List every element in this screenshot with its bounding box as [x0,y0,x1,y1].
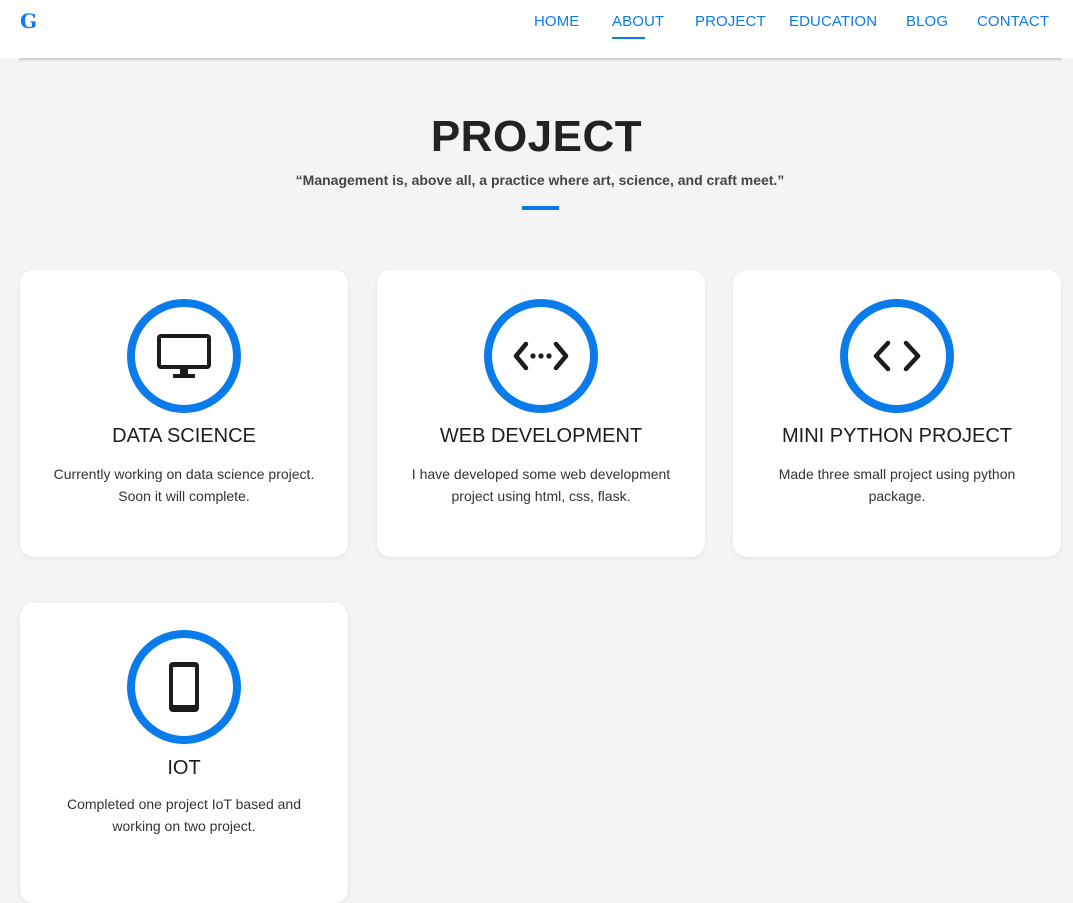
nav-item-blog[interactable]: BLOG [906,13,948,30]
icon-circle [127,630,241,744]
card-desc-line: Currently working on data science projec… [53,466,315,482]
project-card-data-science[interactable]: DATA SCIENCE Currently working on data s… [20,270,348,557]
card-desc-line: working on two project. [112,818,256,834]
card-desc-line: Made three small project using python [778,466,1016,482]
project-card-iot[interactable]: IOT Completed one project IoT based and … [20,603,348,903]
nav-item-about[interactable]: ABOUT [612,13,664,30]
card-desc-line: Completed one project IoT based and [66,796,301,812]
card-title: WEB DEVELOPMENT [439,425,643,447]
code-icon [873,340,921,372]
card-title: DATA SCIENCE [112,425,256,447]
nav-item-home[interactable]: HOME [534,13,579,30]
nav-item-education[interactable]: EDUCATION [789,13,877,30]
card-description: Currently working on data science projec… [34,463,334,507]
card-desc-line: project using html, css, flask. [451,488,631,504]
nav-item-contact[interactable]: CONTACT [977,13,1049,30]
monitor-icon [157,334,211,378]
web-code-icon [513,341,569,371]
card-title: IOT [167,757,201,779]
icon-circle [840,299,954,413]
icon-circle [484,299,598,413]
tablet-icon [169,662,199,712]
section-quote: “Management is, above all, a practice wh… [295,172,785,188]
nav-active-underline [612,37,645,39]
card-description: Made three small project using python pa… [747,463,1047,507]
card-description: Completed one project IoT based and work… [34,793,334,837]
section-title: PROJECT [430,112,643,161]
navbar: G HOME ABOUT PROJECT EDUCATION BLOG CONT… [0,0,1073,58]
title-divider [522,206,559,210]
card-desc-line: I have developed some web development [411,466,671,482]
icon-circle [127,299,241,413]
logo[interactable]: G [20,9,37,33]
card-desc-line: Soon it will complete. [118,488,250,504]
card-description: I have developed some web development pr… [391,463,691,507]
project-card-web-development[interactable]: WEB DEVELOPMENT I have developed some we… [377,270,705,557]
card-desc-line: package. [868,488,926,504]
navbar-shadow [19,58,1062,62]
nav-item-project[interactable]: PROJECT [695,13,766,30]
card-title: MINI PYTHON PROJECT [781,425,1012,447]
project-card-mini-python[interactable]: MINI PYTHON PROJECT Made three small pro… [733,270,1061,557]
